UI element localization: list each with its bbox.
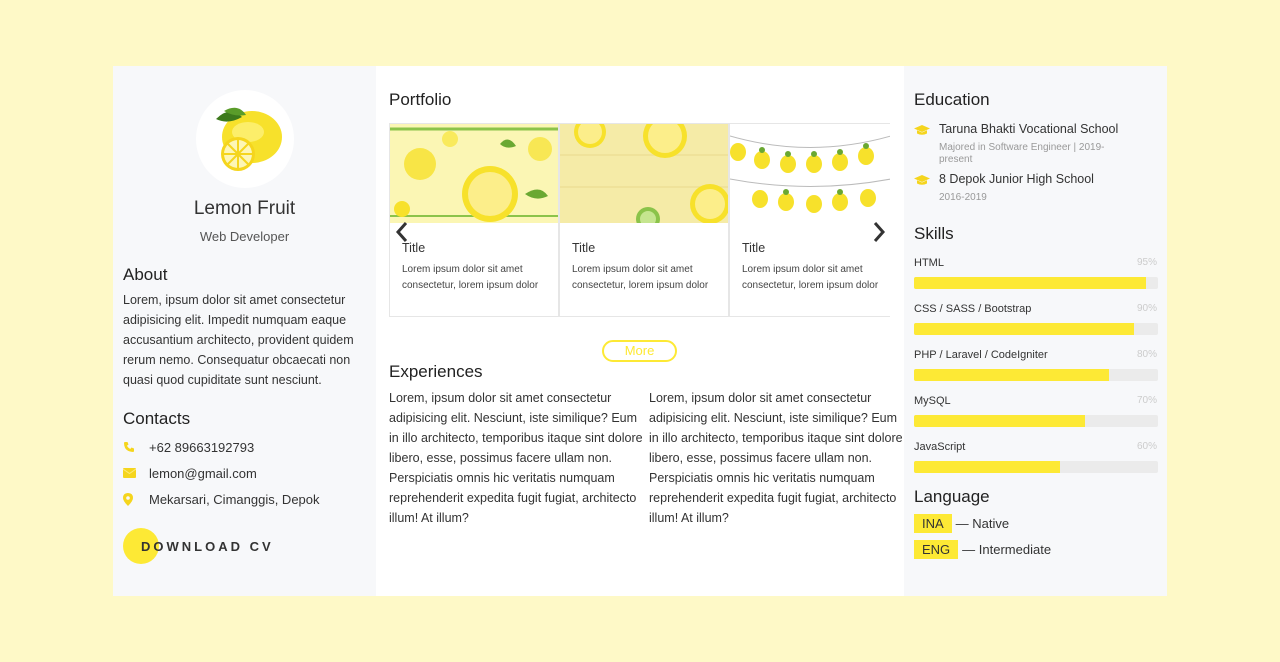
skill-progress-fill [914,461,1061,473]
about-text: Lorem, ipsum dolor sit amet consectetur … [123,293,354,387]
skill-name: PHP / Laravel / CodeIgniter [914,349,1048,361]
contact-phone-text: +62 89663192793 [149,439,255,455]
skill-progress-bar [914,369,1158,381]
portfolio-image [390,124,558,223]
contact-email[interactable]: lemon@gmail.com [123,465,366,481]
skill-item: HTML 95% [914,257,1158,289]
skills-heading: Skills [914,224,954,243]
language-item: INA — Native [914,514,1157,533]
portfolio-image [730,124,890,223]
language-item: ENG — Intermediate [914,540,1157,559]
education-detail: 2016-2019 [939,192,987,203]
skill-progress-fill [914,277,1146,289]
phone-icon [123,441,149,453]
profile-name: Lemon Fruit [193,198,296,219]
portfolio-card-title: Title [572,241,596,255]
experience-text: Lorem, ipsum dolor sit amet consectetur … [649,391,903,525]
education-school: Taruna Bhakti Vocational School [939,122,1119,136]
skill-progress-bar [914,323,1158,335]
portfolio-card[interactable]: Title Lorem ipsum dolor sit amet consect… [559,123,729,317]
contact-email-text: lemon@gmail.com [149,465,257,481]
language-code-badge: ENG [914,540,959,559]
mail-icon [123,468,149,478]
skill-name: HTML [914,257,944,269]
skill-name: MySQL [914,395,951,407]
profile-sidebar: Lemon Fruit Web Developer About Lorem, i… [113,66,376,596]
more-button[interactable]: More [602,340,677,362]
contacts-heading: Contacts [123,409,191,428]
skill-progress-bar [914,415,1158,427]
about-heading: About [123,265,168,284]
carousel-next-arrow-icon[interactable] [872,221,886,243]
portfolio-card-title: Title [402,241,426,255]
skill-item: MySQL 70% [914,395,1158,427]
skill-progress-fill [914,415,1085,427]
skill-progress-fill [914,323,1134,335]
portfolio-card-text: Lorem ipsum dolor sit amet consectetur, … [572,264,709,291]
education-item: 8 Depok Junior High School 2016-2019 [914,172,1157,204]
carousel-prev-arrow-icon[interactable] [395,221,409,243]
portfolio-heading: Portfolio [389,90,452,109]
language-heading: Language [914,487,990,506]
skill-name: JavaScript [914,441,966,453]
main-content: Portfolio Title Lorem ipsum dolor sit am… [376,66,904,596]
portfolio-card[interactable]: Title Lorem ipsum dolor sit amet consect… [389,123,559,317]
skill-percent: 70% [1136,395,1157,406]
lemon-icon [215,107,282,171]
skill-item: JavaScript 60% [914,441,1158,473]
skills-list: HTML 95% CSS / SASS / Bootstrap 90% PHP / La… [914,257,1158,473]
download-cv-button[interactable]: DOWNLOAD CV [123,528,274,564]
education-heading: Education [914,90,990,109]
education-school: 8 Depok Junior High School [939,172,1094,186]
skill-item: CSS / SASS / Bootstrap 90% [914,303,1158,335]
avatar [195,90,294,188]
info-sidebar: Education Taruna Bhakti Vocational Schoo… [904,66,1167,596]
contact-phone[interactable]: +62 89663192793 [123,439,366,455]
experience-text: Lorem, ipsum dolor sit amet consectetur … [389,391,643,525]
profile-role: Web Developer [199,229,290,244]
skill-percent: 60% [1136,441,1157,452]
portfolio-carousel[interactable]: Title Lorem ipsum dolor sit amet consect… [389,123,890,318]
portfolio-card[interactable]: Title Lorem ipsum dolor sit amet consect… [729,123,890,317]
education-detail: Majored in Software Engineer | 2019-pres… [939,142,1105,165]
resume-card: Lemon Fruit Web Developer About Lorem, i… [113,66,1167,596]
language-code-badge: INA [914,514,952,533]
download-cv-label: DOWNLOAD CV [141,538,274,554]
language-level: — Intermediate [962,542,1052,557]
portfolio-card-title: Title [742,241,766,255]
experiences-columns: Lorem, ipsum dolor sit amet consectetur … [389,388,909,528]
skill-percent: 90% [1136,303,1157,314]
location-pin-icon [123,492,149,506]
portfolio-card-text: Lorem ipsum dolor sit amet consectetur, … [402,264,539,291]
skill-item: PHP / Laravel / CodeIgniter 80% [914,349,1158,381]
graduation-cap-icon [914,122,939,166]
portfolio-card-text: Lorem ipsum dolor sit amet consectetur, … [742,264,879,291]
skill-progress-bar [914,461,1158,473]
skill-progress-fill [914,369,1110,381]
contact-location-text: Mekarsari, Cimanggis, Depok [149,491,320,507]
portfolio-image [560,124,728,223]
experiences-heading: Experiences [389,362,483,381]
language-level: — Native [955,516,1010,531]
education-item: Taruna Bhakti Vocational School Majored … [914,122,1157,166]
skill-percent: 95% [1136,257,1157,268]
contact-location[interactable]: Mekarsari, Cimanggis, Depok [123,491,366,507]
skill-progress-bar [914,277,1158,289]
skill-percent: 80% [1136,349,1157,360]
skill-name: CSS / SASS / Bootstrap [914,303,1032,315]
graduation-cap-icon [914,172,939,204]
